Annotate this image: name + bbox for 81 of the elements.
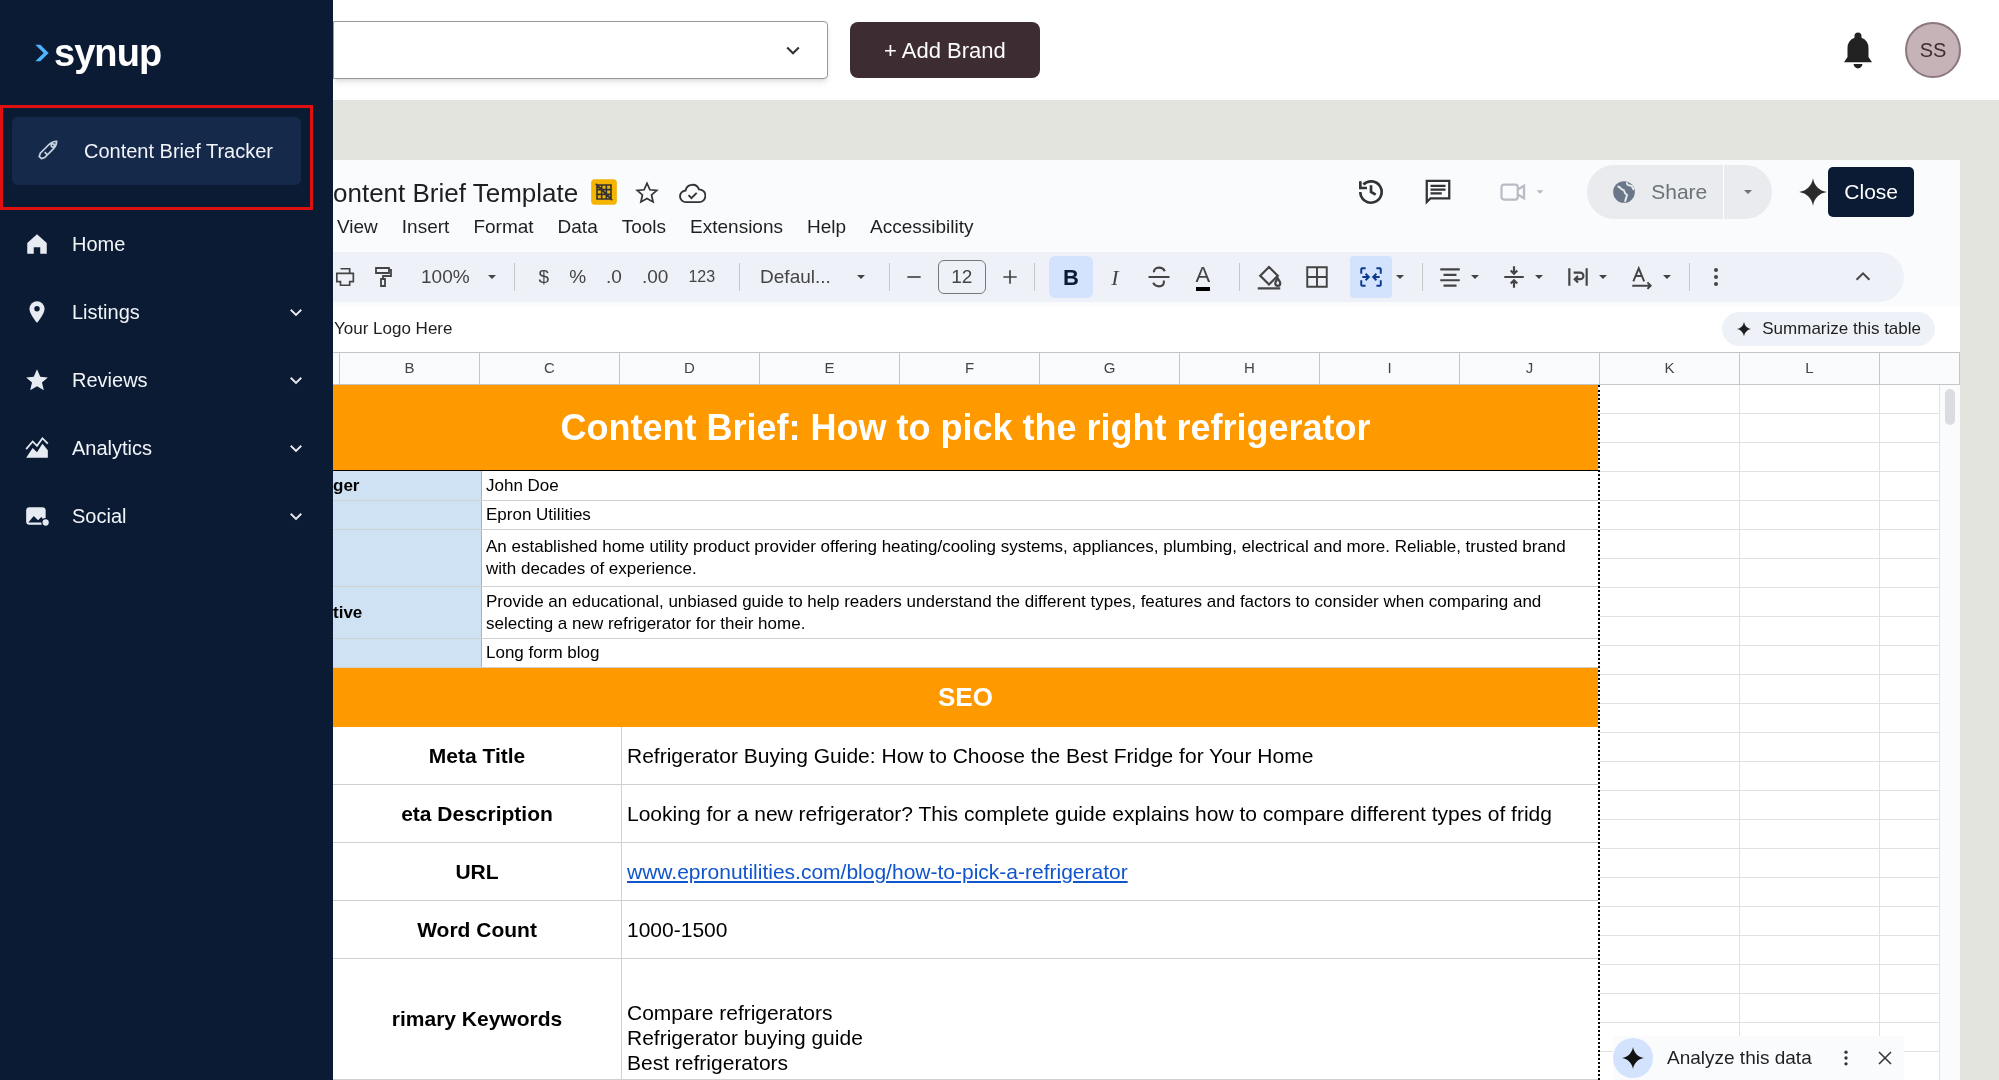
- row-label: eta Description: [401, 800, 553, 827]
- menu-item[interactable]: Insert: [401, 212, 450, 242]
- sidebar-item[interactable]: Analytics: [0, 414, 333, 482]
- column-header[interactable]: H: [1180, 353, 1320, 384]
- document-title: ontent Brief Template: [333, 180, 579, 210]
- table-cell-text: Long form blog: [485, 642, 601, 664]
- column-header[interactable]: E: [760, 353, 900, 384]
- star-outline-icon[interactable]: [634, 180, 661, 206]
- column-header[interactable]: G: [1040, 353, 1180, 384]
- sidebar-item[interactable]: Reviews: [0, 346, 333, 414]
- column-header[interactable]: F: [900, 353, 1040, 384]
- column-header[interactable]: J: [1460, 353, 1600, 384]
- font-select[interactable]: Defaul...: [754, 262, 875, 292]
- banner-heading: Content Brief: How to pick the right refrigerator: [333, 385, 1598, 471]
- table-cell-text: Compare refrigerators: [627, 1000, 834, 1025]
- section-heading: SEO: [333, 668, 1598, 727]
- row-label: rimary Keywords: [391, 1006, 563, 1033]
- summarize-chip[interactable]: Summarize this table: [1722, 312, 1935, 346]
- table-cell-text: Epron Utilities: [485, 504, 592, 526]
- brand-select[interactable]: [333, 21, 828, 79]
- table-cell-text: Your Logo Here: [333, 318, 453, 341]
- table-cell-text: Refrigerator buying guide: [627, 1025, 864, 1050]
- zoom-select[interactable]: 100%: [421, 262, 500, 292]
- row-label: Meta Title: [428, 742, 526, 769]
- menu-item[interactable]: View: [337, 212, 378, 242]
- merge-icon: [1357, 264, 1384, 290]
- close-button[interactable]: Close: [1828, 167, 1914, 217]
- merge-cells-button[interactable]: [1349, 256, 1392, 298]
- font-size-field[interactable]: 12: [937, 260, 986, 294]
- column-header[interactable]: K: [1600, 353, 1740, 384]
- borders-icon[interactable]: [1303, 264, 1330, 290]
- column-header[interactable]: B: [340, 353, 480, 384]
- analyze-button[interactable]: [1613, 1038, 1653, 1078]
- table-cell-text: Provide an educational, unbiased guide to help readers understand the different types, features and factors to consider when comparing and selecting a new refrigerator for their home.: [485, 590, 1543, 635]
- format-button[interactable]: B: [1048, 256, 1093, 298]
- sparkle-icon: [1621, 1046, 1645, 1070]
- area-chart-icon: [24, 435, 50, 461]
- table-cell-text: 1000-1500: [627, 917, 729, 942]
- number-format-button[interactable]: $: [528, 257, 560, 297]
- avatar[interactable]: SS: [1905, 22, 1961, 78]
- number-format-button[interactable]: 123: [678, 257, 726, 297]
- format-button[interactable]: A: [1180, 256, 1225, 298]
- menu-item[interactable]: Format: [473, 212, 534, 242]
- format-button[interactable]: I: [1092, 256, 1137, 298]
- sparkle-icon: [1736, 321, 1753, 337]
- sidebar-item[interactable]: Content Brief Tracker: [12, 116, 301, 185]
- table-cell-text: An established home utility product provider offering heating/cooling systems, appliances, plumbing, electrical and more. Reliable, trusted brand with decades of experience.: [485, 536, 1567, 580]
- table-cell-text: John Doe: [485, 474, 560, 497]
- table-cell-text: Refrigerator Buying Guide: How to Choose the Best Fridge for Your Home: [627, 743, 1315, 768]
- globe-icon: [1611, 179, 1638, 205]
- table-cell-text: Best refrigerators: [627, 1050, 790, 1075]
- scrollbar-thumb[interactable]: [1945, 389, 1955, 425]
- column-header[interactable]: C: [480, 353, 620, 384]
- column-header[interactable]: I: [1320, 353, 1460, 384]
- table-cell-text: Looking for a new refrigerator? This complete guide explains how to compare different types of fridg: [627, 801, 1553, 826]
- sheet-icon[interactable]: [590, 178, 619, 206]
- number-format-button[interactable]: .0: [596, 257, 632, 297]
- analyze-label[interactable]: Analyze this data: [1667, 1043, 1812, 1073]
- add-brand-button[interactable]: + Add Brand: [850, 22, 1040, 78]
- menu-item[interactable]: Accessibility: [870, 212, 974, 242]
- share-button[interactable]: Share: [1587, 165, 1773, 219]
- star-icon: [24, 367, 50, 393]
- column-header[interactable]: D: [620, 353, 760, 384]
- row-label: URL: [455, 858, 499, 885]
- sidebar-item[interactable]: Home: [0, 210, 333, 278]
- menu-item[interactable]: Data: [557, 212, 598, 242]
- menu-item[interactable]: Help: [807, 212, 847, 242]
- menu-item[interactable]: Tools: [621, 212, 667, 242]
- row-label: tive: [333, 601, 363, 624]
- row-label: ger: [333, 474, 360, 497]
- column-header[interactable]: L: [1740, 353, 1880, 384]
- link[interactable]: www.epronutilities.com/blog/how-to-pick-a-refrigerator: [627, 855, 1593, 888]
- number-format-button[interactable]: .00: [631, 257, 679, 297]
- sidebar-item[interactable]: Social: [0, 482, 333, 550]
- number-format-button[interactable]: %: [559, 257, 597, 297]
- sidebar-item[interactable]: Listings: [0, 278, 333, 346]
- menu-item[interactable]: Extensions: [690, 212, 783, 242]
- close-icon[interactable]: [1875, 1049, 1894, 1067]
- logo-text: synup: [54, 33, 162, 72]
- print-icon[interactable]: [335, 265, 357, 289]
- row-label: Word Count: [417, 916, 537, 943]
